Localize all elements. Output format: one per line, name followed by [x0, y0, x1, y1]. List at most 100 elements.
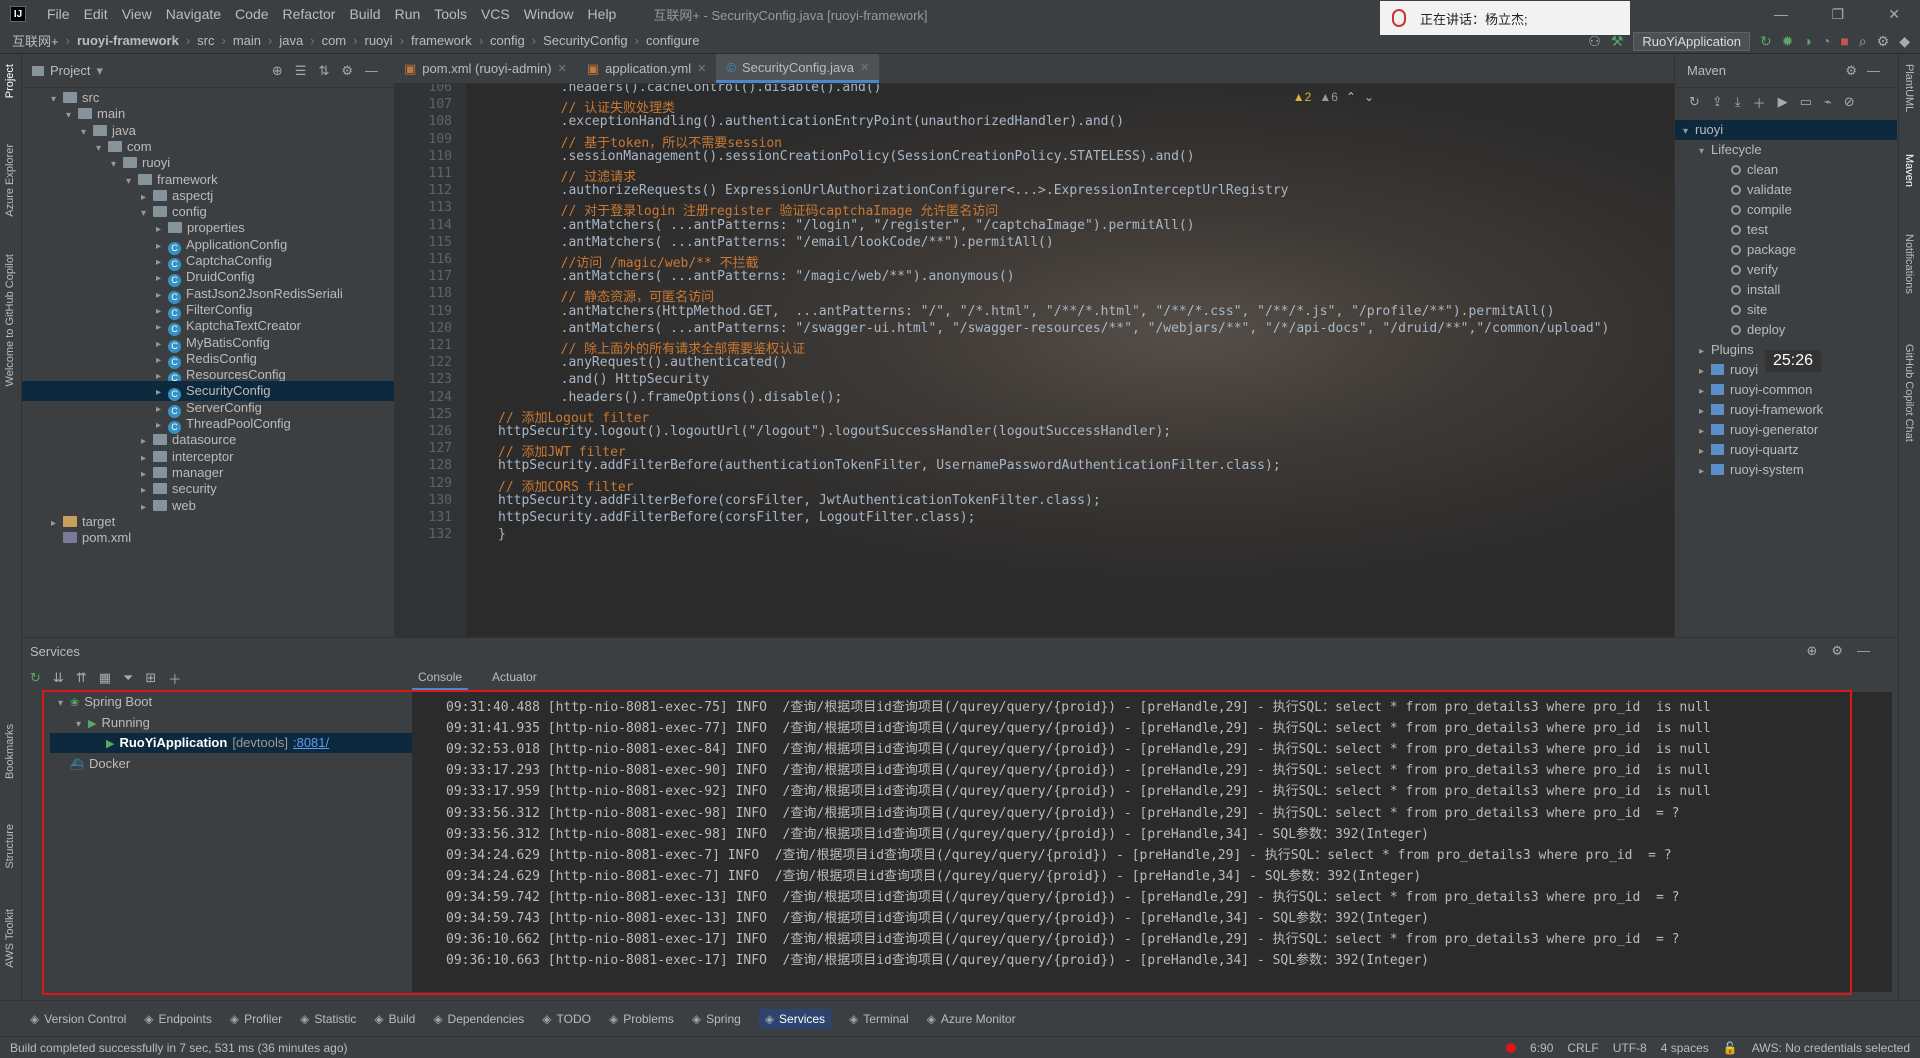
tool-window-services[interactable]: ◈ Services: [758, 1008, 832, 1029]
maven-module[interactable]: ▸ ruoyi-quartz: [1675, 440, 1799, 460]
menu-tools[interactable]: Tools: [427, 6, 474, 22]
code-line[interactable]: .anyRequest().authenticated(): [498, 355, 788, 370]
stripe-project[interactable]: Project: [4, 64, 16, 98]
menu-code[interactable]: Code: [228, 6, 275, 22]
breadcrumb-item[interactable]: java: [279, 33, 303, 48]
status-message[interactable]: Build completed successfully in 7 sec, 5…: [10, 1041, 348, 1055]
tool-window-todo[interactable]: ◈ TODO: [542, 1012, 591, 1026]
build-hammer-icon[interactable]: ⚒: [1611, 33, 1624, 50]
tool-window-spring[interactable]: ◈ Spring: [692, 1012, 741, 1026]
code-line[interactable]: .authorizeRequests() ExpressionUrlAuthor…: [498, 183, 1289, 198]
code-line[interactable]: .exceptionHandling().authenticationEntry…: [498, 114, 1125, 129]
stripe-copilot-chat[interactable]: GitHub Copilot Chat: [1903, 344, 1915, 442]
close-button[interactable]: ✕: [1888, 6, 1900, 23]
profile-icon[interactable]: ◔: [1822, 33, 1830, 49]
maven-header-icons[interactable]: ⚙—: [1845, 63, 1898, 79]
stripe-aws-toolkit[interactable]: AWS Toolkit: [4, 909, 16, 968]
aws-credentials[interactable]: AWS: No credentials selected: [1752, 1041, 1910, 1055]
tab-actuator[interactable]: Actuator: [486, 668, 543, 690]
menu-help[interactable]: Help: [581, 6, 624, 22]
code-line[interactable]: // 除上面外的所有请求全部需要鉴权认证: [498, 338, 805, 357]
code-line[interactable]: .headers().frameOptions().disable();: [498, 390, 843, 405]
lock-icon[interactable]: 🔓: [1723, 1041, 1738, 1055]
menu-window[interactable]: Window: [517, 6, 581, 22]
maven-goal[interactable]: clean: [1675, 160, 1897, 180]
menu-run[interactable]: Run: [388, 6, 428, 22]
warnings-count[interactable]: ▲2: [1293, 90, 1312, 104]
menu-navigate[interactable]: Navigate: [159, 6, 228, 22]
close-tab-icon[interactable]: ✕: [860, 61, 869, 74]
skip-tests-icon[interactable]: ⊘: [1844, 94, 1855, 110]
code-line[interactable]: .antMatchers( ...antPatterns: "/email/lo…: [498, 235, 1054, 250]
add-service-icon[interactable]: ＋: [168, 669, 181, 688]
code-line[interactable]: // 添加CORS filter: [498, 476, 634, 495]
code-line[interactable]: // 过滤请求: [498, 166, 636, 185]
maven-goal[interactable]: deploy: [1675, 320, 1897, 340]
chevron-icon[interactable]: ▸: [1699, 382, 1711, 402]
tool-window-profiler[interactable]: ◈ Profiler: [230, 1012, 282, 1026]
menu-vcs[interactable]: VCS: [474, 6, 517, 22]
tool-window-terminal[interactable]: ◈ Terminal: [849, 1012, 909, 1026]
chevron-down-icon[interactable]: ▾: [96, 63, 103, 79]
chevron-icon[interactable]: ▸: [1699, 462, 1711, 482]
code-line[interactable]: .and() HttpSecurity: [498, 372, 710, 387]
chevron-icon[interactable]: ▸: [1699, 362, 1711, 382]
services-header-icons[interactable]: ⊕⚙—: [1806, 643, 1898, 659]
code-line[interactable]: // 认证失败处理类: [498, 97, 675, 116]
line-separator[interactable]: CRLF: [1567, 1041, 1598, 1055]
breadcrumb-item[interactable]: framework: [411, 33, 472, 48]
maven-goal[interactable]: package: [1675, 240, 1897, 260]
breadcrumb-item[interactable]: main: [233, 33, 261, 48]
code-line[interactable]: //访问 /magic/web/** 不拦截: [498, 252, 759, 271]
code-line[interactable]: // 添加Logout filter: [498, 407, 649, 426]
download-icon[interactable]: ⤓: [1735, 94, 1741, 110]
breadcrumb-item[interactable]: 互联网+: [12, 31, 59, 50]
editor-tab[interactable]: © SecurityConfig.java ✕: [716, 54, 880, 83]
breadcrumb-item[interactable]: com: [322, 33, 347, 48]
search-icon[interactable]: ⌕: [1859, 33, 1867, 50]
maven-module[interactable]: ▸ ruoyi-system: [1675, 460, 1804, 480]
maven-module[interactable]: ▸ ruoyi-generator: [1675, 420, 1818, 440]
stripe-maven[interactable]: Maven: [1903, 154, 1915, 187]
menu-refactor[interactable]: Refactor: [276, 6, 343, 22]
code-line[interactable]: httpSecurity.addFilterBefore(authenticat…: [498, 458, 1281, 473]
stripe-copilot-welcome[interactable]: Welcome to GitHub Copilot: [4, 254, 16, 386]
code-line[interactable]: .sessionManagement().sessionCreationPoli…: [498, 149, 1195, 164]
settings-icon[interactable]: ⚙: [1877, 33, 1890, 50]
maximize-button[interactable]: ❐: [1831, 6, 1844, 23]
stripe-notifications[interactable]: Notifications: [1903, 234, 1915, 294]
reload-icon[interactable]: ↻: [1689, 94, 1700, 110]
code-line[interactable]: httpSecurity.addFilterBefore(corsFilter,…: [498, 510, 975, 525]
code-editor[interactable]: 106 107 108 109 110 111 112 113 114 115 116 117 118 1…: [394, 84, 1674, 637]
debug-icon[interactable]: ✹: [1782, 33, 1794, 50]
breadcrumb-item[interactable]: src: [197, 33, 214, 48]
maven-goal[interactable]: test: [1675, 220, 1897, 240]
reimport-icon[interactable]: ⇪: [1712, 94, 1723, 110]
tree-node[interactable]: pom.xml: [22, 528, 394, 548]
maven-lifecycle[interactable]: ▾ Lifecycle: [1675, 140, 1897, 160]
chevron-icon[interactable]: ▾: [1699, 142, 1711, 162]
code-line[interactable]: .antMatchers( ...antPatterns: "/login", …: [498, 218, 1195, 233]
maven-goal[interactable]: install: [1675, 280, 1897, 300]
chevron-icon[interactable]: ▾: [1683, 122, 1695, 142]
run-icon[interactable]: ▶: [1778, 94, 1788, 110]
chevron-up-icon[interactable]: ⌃: [1346, 90, 1356, 104]
project-toolbar-icons[interactable]: ⊕☰⇅⚙—: [272, 63, 394, 79]
maven-module[interactable]: ▸ ruoyi: [1675, 360, 1758, 380]
chevron-icon[interactable]: ▸: [1699, 442, 1711, 462]
tool-window-azure-monitor[interactable]: ◈ Azure Monitor: [927, 1012, 1016, 1026]
stripe-bookmarks[interactable]: Bookmarks: [4, 724, 16, 779]
code-line[interactable]: }: [498, 527, 506, 542]
code-line[interactable]: .headers().cacheControl().disable().and(…: [498, 84, 882, 95]
menu-edit[interactable]: Edit: [77, 6, 115, 22]
stripe-azure-explorer[interactable]: Azure Explorer: [4, 144, 16, 217]
editor-tab[interactable]: ▣ pom.xml (ruoyi-admin) ✕: [394, 54, 577, 83]
breadcrumb-item[interactable]: config: [490, 33, 525, 48]
breadcrumb-item[interactable]: configure: [646, 33, 699, 48]
coverage-icon[interactable]: ◑: [1803, 33, 1811, 49]
chevron-icon[interactable]: ▸: [1699, 422, 1711, 442]
maven-root[interactable]: ▾ ruoyi: [1675, 120, 1897, 140]
weak-warnings-count[interactable]: ▲6: [1319, 90, 1338, 104]
tool-window-problems[interactable]: ◈ Problems: [609, 1012, 674, 1026]
group-by-icon[interactable]: ▦: [99, 670, 111, 686]
